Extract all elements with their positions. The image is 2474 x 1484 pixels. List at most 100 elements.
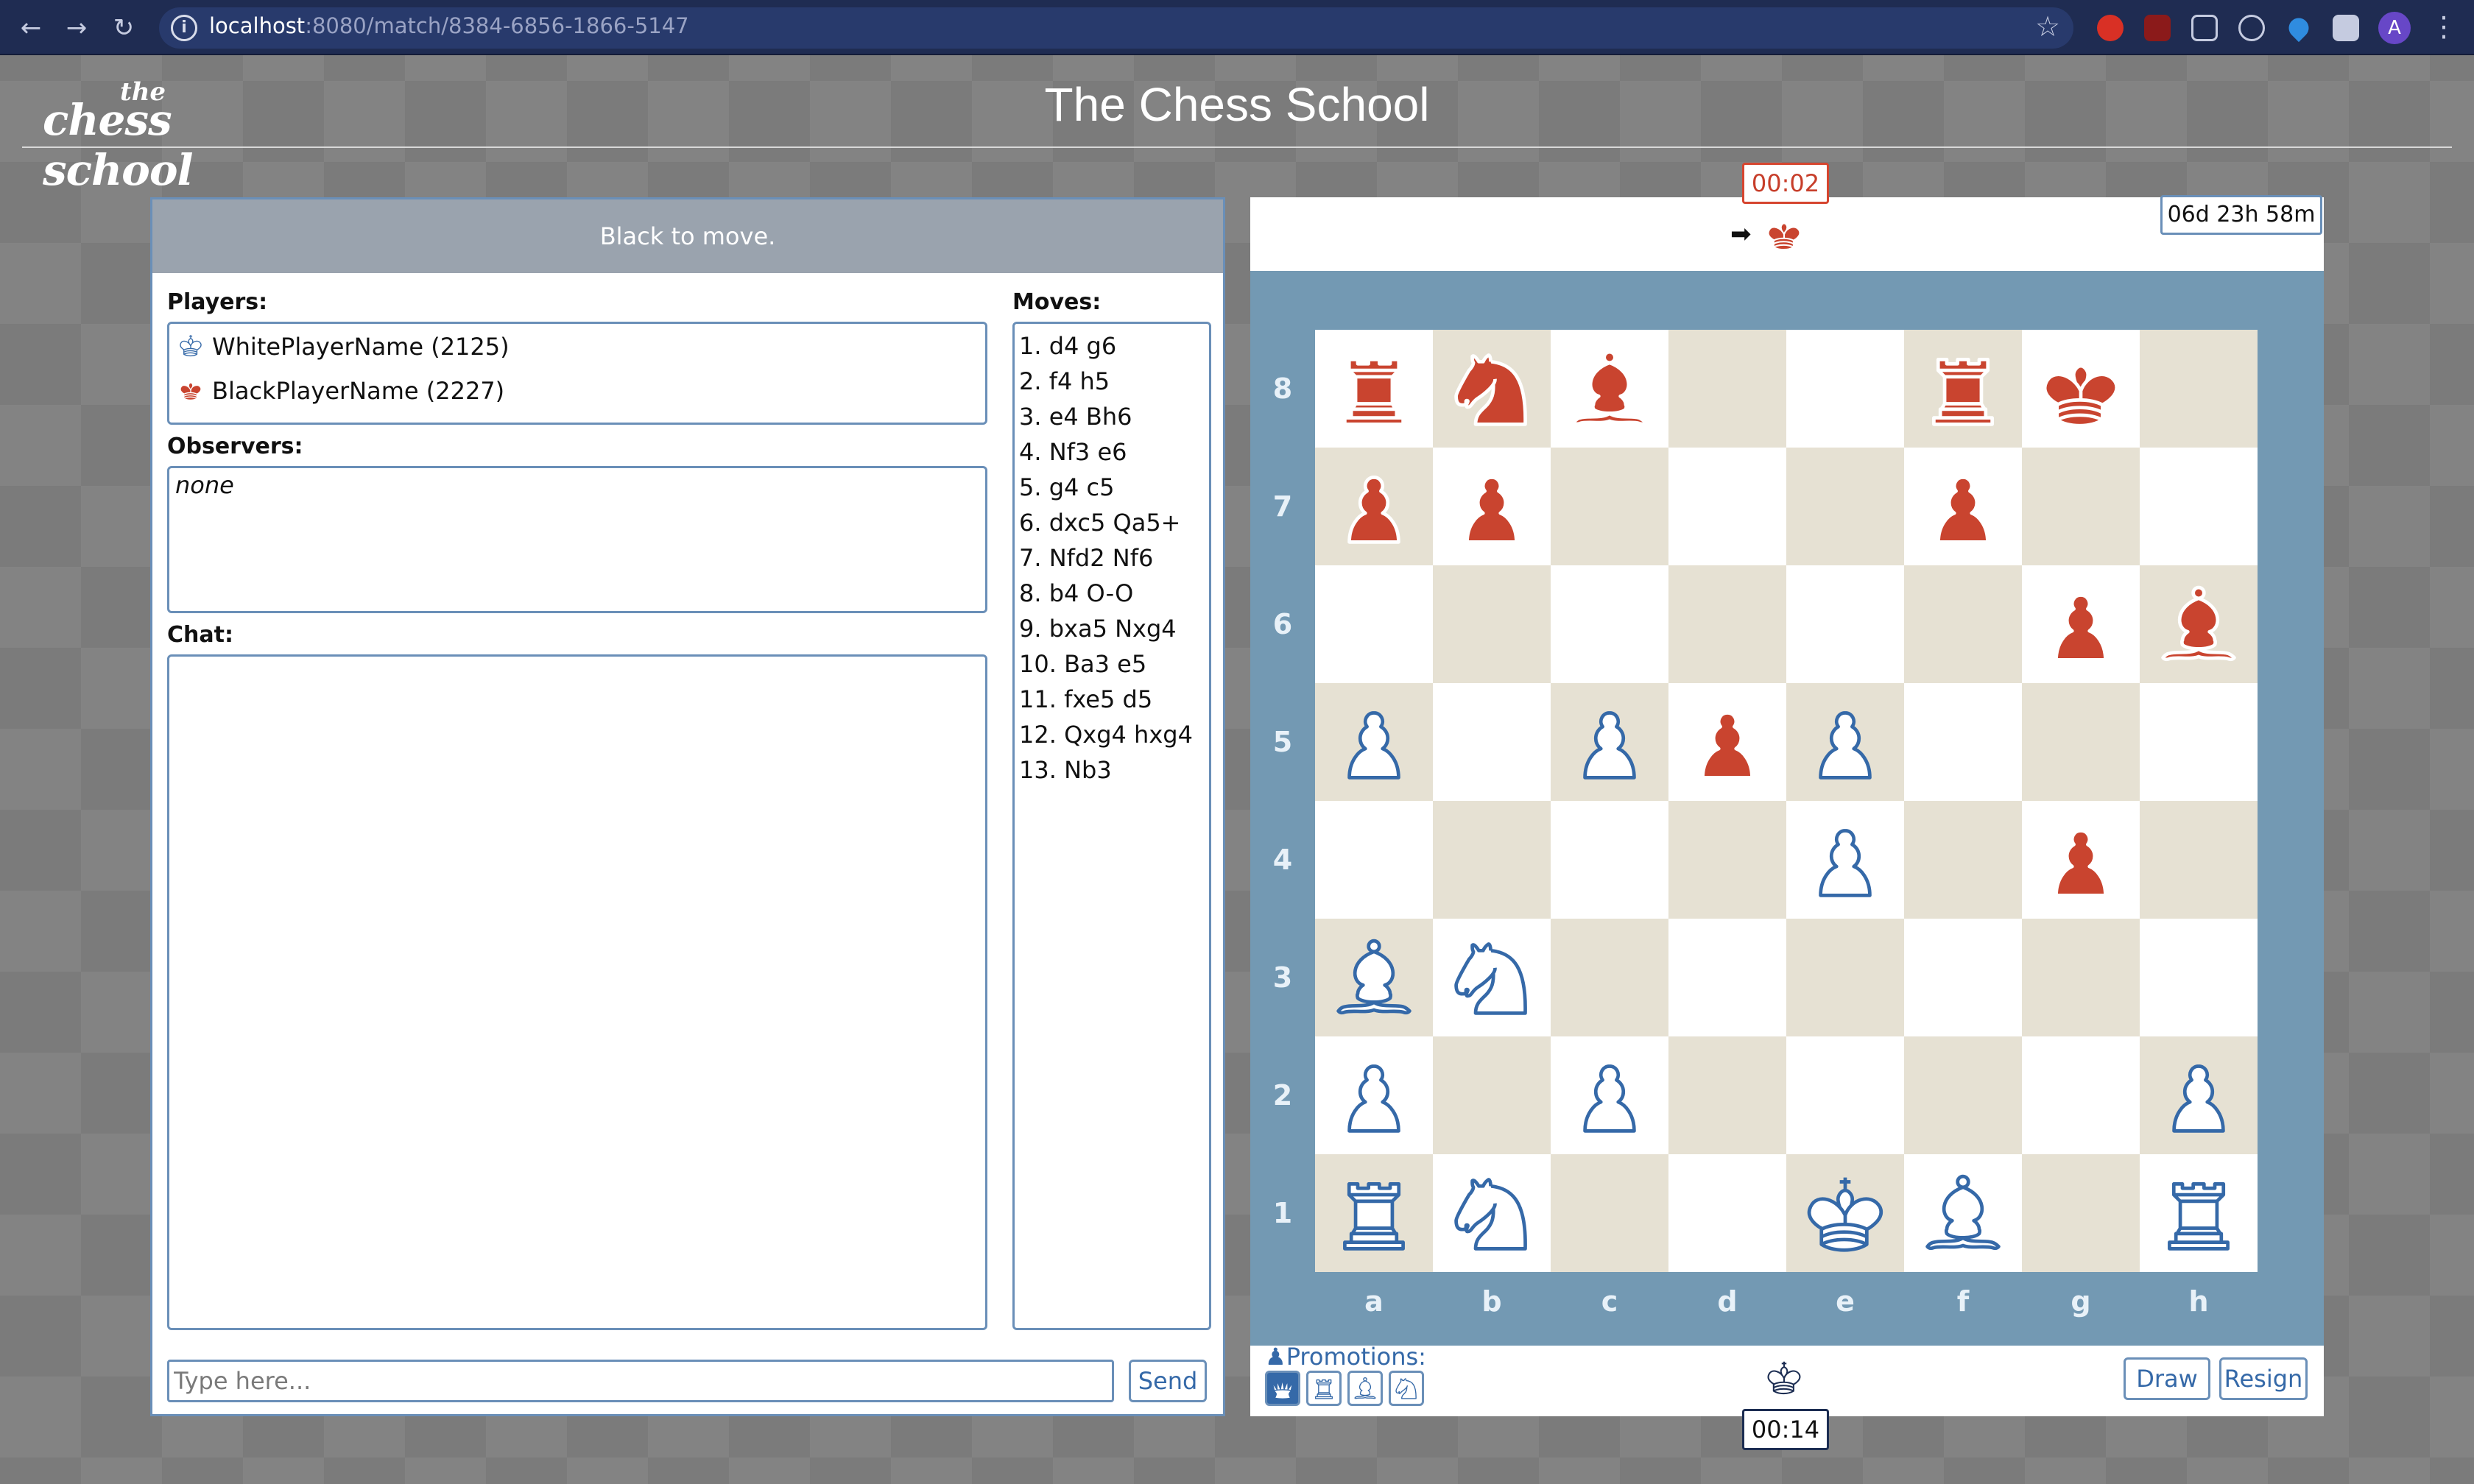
square-b1[interactable] [1433,1154,1551,1272]
square-g7[interactable] [2022,448,2140,565]
square-f2[interactable] [1904,1036,2022,1154]
square-h1[interactable] [2140,1154,2258,1272]
black-rook-icon[interactable] [1914,340,2012,437]
square-c6[interactable] [1551,565,1668,683]
square-e4[interactable] [1786,801,1904,919]
browser-menu-icon[interactable]: ⋮ [2430,10,2458,43]
square-b7[interactable] [1433,448,1551,565]
move-item[interactable]: 2. f4 h5 [1019,364,1209,399]
white-knight-icon[interactable] [1443,929,1540,1026]
square-a5[interactable] [1315,683,1433,801]
move-item[interactable]: 5. g4 c5 [1019,470,1209,505]
square-a3[interactable] [1315,919,1433,1036]
move-item[interactable]: 6. dxc5 Qa5+ [1019,505,1209,540]
screen-icon[interactable] [2191,15,2218,41]
white-pawn-icon[interactable] [1325,693,1423,791]
promote-rook-button[interactable] [1306,1371,1342,1406]
black-pawn-icon[interactable] [2032,811,2129,908]
move-item[interactable]: 10. Ba3 e5 [1019,646,1209,682]
white-pawn-icon[interactable] [1325,1047,1423,1144]
move-item[interactable]: 7. Nfd2 Nf6 [1019,540,1209,576]
profile-avatar[interactable]: A [2378,12,2411,44]
square-h3[interactable] [2140,919,2258,1036]
square-c2[interactable] [1551,1036,1668,1154]
move-item[interactable]: 11. fxe5 d5 [1019,682,1209,717]
square-h4[interactable] [2140,801,2258,919]
url-text[interactable]: localhost:8080/match/8384-6856-1866-5147 [209,13,689,38]
back-arrow-icon[interactable]: ← [15,12,47,44]
black-king-icon[interactable] [2032,340,2129,437]
square-c8[interactable] [1551,330,1668,448]
square-e1[interactable] [1786,1154,1904,1272]
square-e3[interactable] [1786,919,1904,1036]
square-e6[interactable] [1786,565,1904,683]
move-item[interactable]: 13. Nb3 [1019,752,1209,788]
black-knight-icon[interactable] [1443,340,1540,437]
promote-knight-button[interactable] [1389,1371,1424,1406]
square-f5[interactable] [1904,683,2022,801]
move-item[interactable]: 9. bxa5 Nxg4 [1019,611,1209,646]
white-rook-icon[interactable] [1325,1165,1423,1262]
move-item[interactable]: 4. Nf3 e6 [1019,434,1209,470]
square-f6[interactable] [1904,565,2022,683]
square-b6[interactable] [1433,565,1551,683]
square-g2[interactable] [2022,1036,2140,1154]
black-pawn-icon[interactable] [1679,693,1776,791]
square-g6[interactable] [2022,565,2140,683]
bookmark-star-icon[interactable]: ☆ [2035,10,2060,43]
draw-button[interactable]: Draw [2124,1357,2210,1400]
square-g5[interactable] [2022,683,2140,801]
square-d1[interactable] [1668,1154,1786,1272]
react-icon[interactable] [2238,15,2265,41]
white-bishop-icon[interactable] [1325,929,1423,1026]
square-e8[interactable] [1786,330,1904,448]
square-f4[interactable] [1904,801,2022,919]
square-e5[interactable] [1786,683,1904,801]
chess-board[interactable] [1315,330,2258,1272]
square-g1[interactable] [2022,1154,2140,1272]
square-g8[interactable] [2022,330,2140,448]
square-d2[interactable] [1668,1036,1786,1154]
white-pawn-icon[interactable] [1561,693,1658,791]
square-c5[interactable] [1551,683,1668,801]
square-f3[interactable] [1904,919,2022,1036]
square-c7[interactable] [1551,448,1668,565]
white-king-icon[interactable] [1797,1165,1894,1262]
square-c1[interactable] [1551,1154,1668,1272]
white-knight-icon[interactable] [1443,1165,1540,1262]
square-d4[interactable] [1668,801,1786,919]
square-a6[interactable] [1315,565,1433,683]
move-item[interactable]: 1. d4 g6 [1019,328,1209,364]
black-pawn-icon[interactable] [1325,458,1423,555]
white-rook-icon[interactable] [2150,1165,2247,1262]
square-h8[interactable] [2140,330,2258,448]
move-item[interactable]: 12. Qxg4 hxg4 [1019,717,1209,752]
ublock-icon[interactable] [2144,15,2171,41]
square-c3[interactable] [1551,919,1668,1036]
square-h7[interactable] [2140,448,2258,565]
square-b8[interactable] [1433,330,1551,448]
square-a7[interactable] [1315,448,1433,565]
square-e2[interactable] [1786,1036,1904,1154]
square-f8[interactable] [1904,330,2022,448]
send-button[interactable]: Send [1129,1360,1207,1402]
black-bishop-icon[interactable] [1561,340,1658,437]
black-bishop-icon[interactable] [2150,576,2247,673]
square-a8[interactable] [1315,330,1433,448]
square-b5[interactable] [1433,683,1551,801]
square-h5[interactable] [2140,683,2258,801]
square-e7[interactable] [1786,448,1904,565]
square-g3[interactable] [2022,919,2140,1036]
promote-queen-button[interactable] [1265,1371,1300,1406]
square-d6[interactable] [1668,565,1786,683]
move-item[interactable]: 3. e4 Bh6 [1019,399,1209,434]
puzzle-icon[interactable] [2333,15,2359,41]
square-a2[interactable] [1315,1036,1433,1154]
square-d8[interactable] [1668,330,1786,448]
white-pawn-icon[interactable] [1797,693,1894,791]
chat-input[interactable] [167,1360,1114,1402]
square-d7[interactable] [1668,448,1786,565]
square-a4[interactable] [1315,801,1433,919]
black-pawn-icon[interactable] [2032,576,2129,673]
square-d3[interactable] [1668,919,1786,1036]
